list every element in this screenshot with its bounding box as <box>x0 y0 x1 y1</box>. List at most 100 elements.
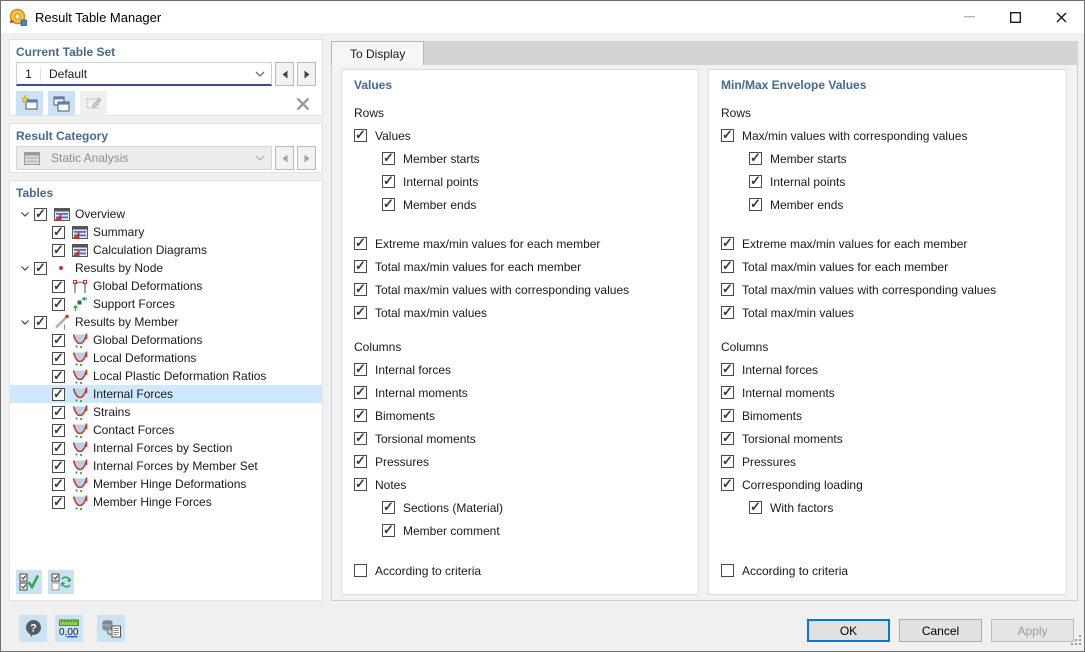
checkbox-pressures[interactable]: Pressures <box>721 450 1056 473</box>
cancel-button[interactable]: Cancel <box>899 619 982 642</box>
checkbox[interactable] <box>354 432 367 445</box>
tab-to-display[interactable]: To Display <box>331 41 424 65</box>
checkbox[interactable] <box>354 237 367 250</box>
resize-grip[interactable] <box>1071 635 1082 649</box>
checkbox[interactable] <box>721 564 734 577</box>
checkbox-torsional-moments[interactable]: Torsional moments <box>721 427 1056 450</box>
tree-row-calculation-diagrams[interactable]: Calculation Diagrams <box>10 241 322 259</box>
tree-row-contact-forces[interactable]: Contact Forces <box>10 421 322 439</box>
check-all-button[interactable] <box>16 570 42 594</box>
checkbox-member-ends[interactable]: Member ends <box>721 193 1056 216</box>
tree-checkbox[interactable] <box>52 352 65 365</box>
checkbox-member-ends[interactable]: Member ends <box>354 193 688 216</box>
tree-checkbox[interactable] <box>52 244 65 257</box>
tree-checkbox[interactable] <box>52 442 65 455</box>
checkbox[interactable] <box>721 455 734 468</box>
checkbox[interactable] <box>749 152 762 165</box>
tree-checkbox[interactable] <box>52 370 65 383</box>
checkbox[interactable] <box>749 501 762 514</box>
tree-row-overview[interactable]: Overview <box>10 205 322 223</box>
checkbox[interactable] <box>721 409 734 422</box>
chevron-down-icon[interactable] <box>249 71 271 77</box>
checkbox-bimoments[interactable]: Bimoments <box>721 404 1056 427</box>
delete-table-set-button[interactable] <box>289 91 316 116</box>
checkbox-member-starts[interactable]: Member starts <box>354 147 688 170</box>
apply-button[interactable]: Apply <box>991 619 1074 642</box>
checkbox-total-maxmin-corresponding[interactable]: Total max/min values with corresponding … <box>721 278 1056 301</box>
tree-expander-icon[interactable] <box>16 212 34 217</box>
checkbox[interactable] <box>354 409 367 422</box>
checkbox[interactable] <box>749 175 762 188</box>
tree-row-local-plastic-deformation-ratios[interactable]: Local Plastic Deformation Ratios <box>10 367 322 385</box>
checkbox-member-starts[interactable]: Member starts <box>721 147 1056 170</box>
checkbox[interactable] <box>721 237 734 250</box>
prev-table-set-button[interactable] <box>275 62 294 86</box>
checkbox[interactable] <box>721 432 734 445</box>
rename-table-set-button[interactable] <box>80 91 107 116</box>
checkbox-pressures[interactable]: Pressures <box>354 450 688 473</box>
tree-checkbox[interactable] <box>52 406 65 419</box>
checkbox-total-maxmin-each-member[interactable]: Total max/min values for each member <box>354 255 688 278</box>
checkbox[interactable] <box>354 455 367 468</box>
checkbox-total-maxmin-each-member[interactable]: Total max/min values for each member <box>721 255 1056 278</box>
checkbox-bimoments[interactable]: Bimoments <box>354 404 688 427</box>
checkbox-member-comment[interactable]: Member comment <box>354 519 688 542</box>
checkbox-total-maxmin-corresponding[interactable]: Total max/min values with corresponding … <box>354 278 688 301</box>
checkbox[interactable] <box>382 198 395 211</box>
checkbox-internal-points[interactable]: Internal points <box>721 170 1056 193</box>
ok-button[interactable]: OK <box>807 619 890 642</box>
tree-checkbox[interactable] <box>52 478 65 491</box>
checkbox-according-to-criteria[interactable]: According to criteria <box>721 559 1056 582</box>
checkbox[interactable] <box>749 198 762 211</box>
checkbox-values[interactable]: Values <box>354 124 688 147</box>
checkbox-extreme-maxmin-each-member[interactable]: Extreme max/min values for each member <box>354 232 688 255</box>
tree-checkbox[interactable] <box>34 316 47 329</box>
checkbox[interactable] <box>354 478 367 491</box>
tree-row-summary[interactable]: Summary <box>10 223 322 241</box>
tree-expander-icon[interactable] <box>16 320 34 325</box>
checkbox[interactable] <box>721 386 734 399</box>
checkbox-corresponding-loading[interactable]: Corresponding loading <box>721 473 1056 496</box>
tree-row-member-global-deformations[interactable]: Global Deformations <box>10 331 322 349</box>
checkbox-maxmin-with-corresponding[interactable]: Max/min values with corresponding values <box>721 124 1056 147</box>
checkbox[interactable] <box>354 260 367 273</box>
next-table-set-button[interactable] <box>297 62 316 86</box>
tree-row-internal-forces[interactable]: Internal Forces <box>10 385 322 403</box>
tree-row-results-by-member[interactable]: I Results by Member <box>10 313 322 331</box>
tree-expander-icon[interactable] <box>16 266 34 271</box>
tree-row-member-hinge-deformations[interactable]: Member Hinge Deformations <box>10 475 322 493</box>
checkbox-total-maxmin[interactable]: Total max/min values <box>354 301 688 324</box>
tree-checkbox[interactable] <box>52 298 65 311</box>
tree-row-internal-forces-by-member-set[interactable]: Internal Forces by Member Set <box>10 457 322 475</box>
checkbox[interactable] <box>382 152 395 165</box>
tree-row-local-deformations[interactable]: Local Deformations <box>10 349 322 367</box>
checkbox[interactable] <box>721 260 734 273</box>
tree-row-strains[interactable]: Strains <box>10 403 322 421</box>
tree-checkbox[interactable] <box>52 460 65 473</box>
config-transfer-button[interactable] <box>97 615 125 642</box>
tree-checkbox[interactable] <box>34 208 47 221</box>
table-set-combobox[interactable]: 1 Default <box>16 62 272 86</box>
close-button[interactable] <box>1038 1 1084 33</box>
checkbox[interactable] <box>721 129 734 142</box>
copy-table-set-button[interactable] <box>48 91 75 116</box>
next-category-button[interactable] <box>297 146 316 170</box>
checkbox-internal-moments[interactable]: Internal moments <box>721 381 1056 404</box>
checkbox[interactable] <box>721 363 734 376</box>
tree-row-internal-forces-by-section[interactable]: Internal Forces by Section <box>10 439 322 457</box>
tree-row-results-by-node[interactable]: Results by Node <box>10 259 322 277</box>
checkbox[interactable] <box>382 524 395 537</box>
checkbox-with-factors[interactable]: With factors <box>721 496 1056 519</box>
minimize-button[interactable] <box>946 1 992 33</box>
checkbox-torsional-moments[interactable]: Torsional moments <box>354 427 688 450</box>
units-button[interactable]: 0,00 <box>55 615 83 642</box>
tree-row-support-forces[interactable]: Support Forces <box>10 295 322 313</box>
checkbox-total-maxmin[interactable]: Total max/min values <box>721 301 1056 324</box>
checkbox-extreme-maxmin-each-member[interactable]: Extreme max/min values for each member <box>721 232 1056 255</box>
checkbox[interactable] <box>721 283 734 296</box>
tree-row-node-global-deformations[interactable]: Global Deformations <box>10 277 322 295</box>
checkbox[interactable] <box>354 129 367 142</box>
checkbox-internal-forces[interactable]: Internal forces <box>354 358 688 381</box>
checkbox-internal-points[interactable]: Internal points <box>354 170 688 193</box>
tree-row-member-hinge-forces[interactable]: Member Hinge Forces <box>10 493 322 511</box>
